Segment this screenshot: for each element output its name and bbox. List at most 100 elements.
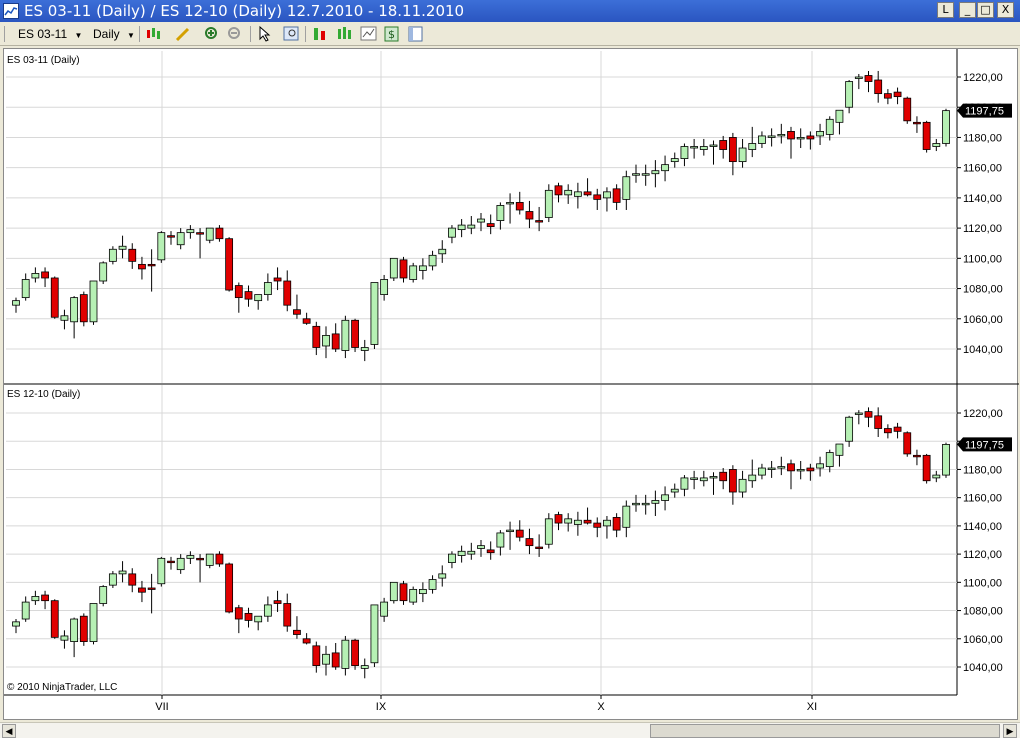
indicators-icon[interactable] — [336, 25, 354, 43]
chart-properties-icon[interactable] — [311, 25, 329, 43]
candle-up — [699, 146, 708, 150]
minimize-button[interactable]: _ — [959, 2, 976, 18]
candle-down — [719, 140, 728, 150]
candle-up — [157, 557, 166, 585]
candle-up — [31, 596, 40, 602]
candle-up — [825, 452, 834, 468]
chart-area[interactable]: 1040,00 1060,00 1080,00 1100,00 1120,00 1140,… — [3, 48, 1019, 721]
candle-up — [341, 639, 350, 669]
candle-up — [380, 601, 389, 617]
candle-down — [864, 411, 873, 418]
candle-down — [893, 91, 902, 98]
candle-up — [651, 170, 660, 175]
candle-up — [680, 477, 689, 490]
scroll-right-icon[interactable]: ▶ — [1003, 724, 1017, 738]
candle-up — [699, 477, 708, 482]
candle-down — [864, 75, 873, 82]
candle-down — [167, 235, 175, 238]
candle-down — [79, 294, 88, 323]
candle-up — [457, 550, 466, 556]
candle-up — [603, 519, 611, 527]
strategies-icon[interactable] — [360, 25, 378, 43]
candle-up — [341, 319, 350, 351]
scroll-left-icon[interactable]: ◀ — [2, 724, 16, 738]
magnifier-icon[interactable] — [283, 25, 301, 43]
candle-up — [932, 474, 941, 479]
candle-up — [748, 474, 757, 482]
candle-down — [787, 131, 795, 140]
candle-down — [399, 583, 408, 602]
candle-down — [273, 600, 282, 604]
candle-up — [758, 135, 766, 144]
candle-up — [816, 131, 824, 137]
candle-up — [108, 248, 117, 262]
candle-down — [283, 603, 292, 627]
link-button[interactable]: L — [937, 2, 954, 18]
candle-up — [835, 443, 844, 456]
candle-down — [41, 271, 49, 279]
x-tick-label: VII — [155, 701, 168, 713]
cursor-icon[interactable] — [256, 25, 274, 43]
candle-up — [409, 265, 418, 280]
x-tick-label: IX — [376, 701, 387, 713]
period-selector[interactable]: Daily ▼ — [93, 25, 135, 43]
candle-up — [573, 191, 582, 197]
instrument-label: ES 03-11 — [18, 27, 68, 41]
candle-up — [825, 118, 834, 135]
pencil-icon[interactable] — [174, 25, 192, 43]
candle-up — [118, 245, 127, 250]
candle-up — [254, 294, 263, 302]
candle-up — [60, 635, 69, 641]
y-tick-label: 1180,00 — [963, 132, 1002, 144]
candle-up — [176, 557, 185, 571]
y-tick-label: 1080,00 — [963, 606, 1003, 618]
y-tick-label: 1220,00 — [963, 72, 1003, 84]
last-price-label: 1197,75 — [965, 106, 1004, 118]
candle-up — [641, 173, 650, 176]
toolbar-separator — [250, 26, 251, 42]
candle-down — [535, 220, 544, 223]
zoom-in-icon[interactable] — [203, 25, 221, 43]
candle-up — [477, 218, 485, 223]
bars-type-icon[interactable] — [145, 25, 163, 43]
toolbar-grip — [4, 26, 5, 42]
y-tick-label: 1220,00 — [963, 408, 1003, 420]
y-tick-label: 1120,00 — [963, 223, 1002, 235]
candle-down — [728, 469, 737, 493]
candle-up — [758, 467, 766, 476]
candle-up — [186, 555, 195, 559]
candle-down — [486, 223, 495, 227]
candle-down — [293, 309, 301, 315]
horizontal-scrollbar[interactable]: ◀ ▶ — [0, 722, 1020, 738]
chart-canvas[interactable]: 1040,00 1060,00 1080,00 1100,00 1120,00 1140,… — [4, 49, 1019, 721]
maximize-button[interactable]: □ — [977, 2, 994, 18]
close-button[interactable]: X — [997, 2, 1014, 18]
chevron-down-icon: ▼ — [74, 31, 83, 40]
candle-down — [612, 517, 621, 531]
candle-up — [690, 477, 699, 480]
candle-up — [360, 665, 369, 669]
candle-down — [351, 639, 359, 666]
candle-up — [380, 279, 389, 296]
instrument-selector[interactable]: ES 03-11 ▼ — [18, 25, 82, 43]
svg-text:$: $ — [388, 28, 395, 41]
candle-down — [167, 560, 175, 564]
y-tick-label: 1060,00 — [963, 634, 1003, 646]
candle-up — [748, 143, 757, 150]
candle-down — [593, 522, 602, 528]
candle-down — [128, 573, 137, 586]
candle-up — [31, 273, 40, 279]
candle-down — [302, 638, 311, 644]
candle-down — [806, 135, 815, 140]
candle-up — [661, 164, 669, 172]
candle-up — [467, 550, 476, 555]
zoom-out-icon[interactable] — [226, 25, 244, 43]
candle-down — [138, 587, 146, 593]
candle-down — [719, 471, 728, 482]
scrollbar-thumb[interactable] — [650, 724, 1000, 738]
dollar-icon[interactable]: $ — [383, 25, 401, 43]
candle-up — [709, 476, 718, 479]
candle-up — [767, 135, 776, 138]
panel-icon[interactable] — [407, 25, 425, 43]
candle-up — [670, 158, 679, 163]
